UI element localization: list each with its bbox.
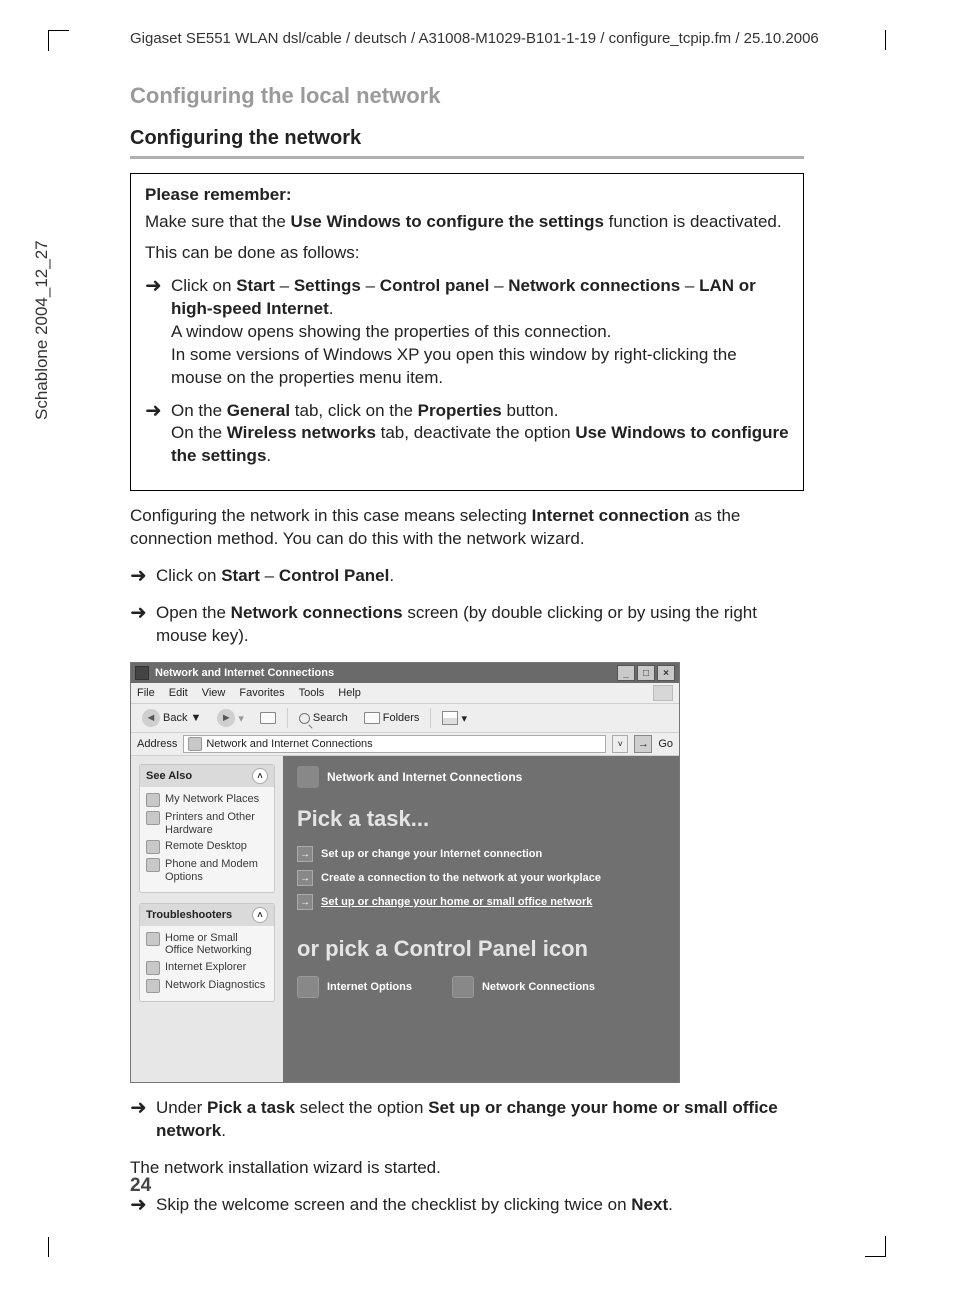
internet-options-icon	[297, 976, 319, 998]
arrow-icon: ➜	[130, 1097, 156, 1119]
arrow-icon: →	[297, 894, 313, 910]
pick-task-heading: Pick a task...	[297, 806, 665, 832]
collapse-icon[interactable]: ˄	[252, 768, 268, 784]
step: ➜ Skip the welcome screen and the checkl…	[130, 1194, 804, 1217]
menu-help[interactable]: Help	[338, 687, 361, 699]
close-button[interactable]: ×	[657, 665, 675, 681]
step: ➜ Click on Start – Control Panel.	[130, 565, 804, 588]
crop-mark	[865, 1236, 886, 1257]
phone-icon	[146, 858, 160, 872]
arrow-icon: ➜	[145, 275, 171, 297]
panel-title: See Also	[146, 770, 192, 782]
sidebar-link[interactable]: Network Diagnostics	[146, 977, 268, 995]
go-button[interactable]: →	[634, 735, 652, 753]
subsection-title: Configuring the network	[130, 127, 804, 150]
views-button[interactable]: ▾	[437, 709, 472, 727]
sidebar-link[interactable]: My Network Places	[146, 791, 268, 809]
toolbar: ◄Back ▼ ►▾ Search Folders ▾	[131, 704, 679, 733]
menu-tools[interactable]: Tools	[299, 687, 325, 699]
network-connections-icon	[452, 976, 474, 998]
address-dropdown[interactable]: ˅	[612, 735, 628, 753]
step: ➜ Under Pick a task select the option Se…	[130, 1097, 804, 1143]
arrow-icon: →	[297, 846, 313, 862]
address-field[interactable]: Network and Internet Connections	[183, 735, 606, 753]
remote-icon	[146, 840, 160, 854]
collapse-icon[interactable]: ˄	[252, 907, 268, 923]
places-icon	[146, 793, 160, 807]
task-link[interactable]: →Set up or change your home or small off…	[297, 894, 665, 910]
help-icon	[146, 979, 160, 993]
step: ➜ Open the Network connections screen (b…	[130, 602, 804, 648]
section-title: Configuring the local network	[130, 83, 804, 109]
sidebar-link[interactable]: Phone and Modem Options	[146, 856, 268, 885]
note-step: ➜ Click on Start – Settings – Control pa…	[145, 275, 789, 390]
content-header: Network and Internet Connections	[327, 770, 522, 784]
panel-title: Troubleshooters	[146, 909, 232, 921]
address-label: Address	[137, 738, 177, 750]
content-pane: Network and Internet Connections Pick a …	[283, 756, 679, 1082]
sidebar-panel-troubleshooters: Troubleshooters ˄ Home or Small Office Ne…	[139, 903, 275, 1002]
menu-edit[interactable]: Edit	[169, 687, 188, 699]
address-icon	[188, 737, 202, 751]
menu-file[interactable]: File	[137, 687, 155, 699]
forward-button[interactable]: ►▾	[212, 707, 249, 729]
menu-bar: File Edit View Favorites Tools Help	[131, 683, 679, 704]
pick-icon-heading: or pick a Control Panel icon	[297, 936, 665, 962]
window-title: Network and Internet Connections	[155, 667, 334, 679]
search-button[interactable]: Search	[294, 710, 353, 726]
task-link[interactable]: →Set up or change your Internet connecti…	[297, 846, 665, 862]
note-step: ➜ On the General tab, click on the Prope…	[145, 400, 789, 469]
windows-logo-icon	[653, 685, 673, 701]
folder-icon	[364, 712, 380, 724]
back-button[interactable]: ◄Back ▼	[137, 707, 206, 729]
cp-icon-network-connections[interactable]: Network Connections	[452, 976, 595, 998]
crop-mark	[48, 1237, 49, 1257]
note-text: Make sure that the Use Windows to config…	[145, 211, 789, 234]
go-label: Go	[658, 738, 673, 750]
sidebar-link[interactable]: Printers and Other Hardware	[146, 809, 268, 838]
window-titlebar[interactable]: Network and Internet Connections _ □ ×	[131, 663, 679, 683]
maximize-button[interactable]: □	[637, 665, 655, 681]
page-number: 24	[130, 1175, 151, 1197]
window-icon	[135, 666, 149, 680]
paragraph: Configuring the network in this case mea…	[130, 505, 804, 551]
views-icon	[442, 711, 458, 725]
menu-favorites[interactable]: Favorites	[239, 687, 284, 699]
address-bar: Address Network and Internet Connections…	[131, 733, 679, 756]
cp-icon-internet-options[interactable]: Internet Options	[297, 976, 412, 998]
screenshot-window: Network and Internet Connections _ □ × F…	[130, 662, 680, 1083]
arrow-icon: ➜	[130, 1194, 156, 1216]
sidebar-link[interactable]: Internet Explorer	[146, 959, 268, 977]
document-header-path: Gigaset SE551 WLAN dsl/cable / deutsch /…	[130, 30, 884, 47]
help-icon	[146, 961, 160, 975]
task-link[interactable]: →Create a connection to the network at y…	[297, 870, 665, 886]
sidebar-link[interactable]: Home or Small Office Networking	[146, 930, 268, 959]
address-value: Network and Internet Connections	[206, 738, 372, 750]
note-text: This can be done as follows:	[145, 242, 789, 265]
printer-icon	[146, 811, 160, 825]
sidebar: See Also ˄ My Network Places Printers and…	[131, 756, 283, 1082]
crop-mark	[885, 30, 886, 50]
template-note-vertical: Schablone 2004_12_27	[32, 240, 52, 420]
arrow-icon: ➜	[145, 400, 171, 422]
sidebar-link[interactable]: Remote Desktop	[146, 838, 268, 856]
category-icon	[297, 766, 319, 788]
divider	[130, 156, 804, 159]
menu-view[interactable]: View	[202, 687, 226, 699]
arrow-icon: ➜	[130, 602, 156, 624]
paragraph: The network installation wizard is start…	[130, 1157, 804, 1180]
folders-button[interactable]: Folders	[359, 710, 425, 726]
up-button[interactable]	[255, 710, 281, 726]
arrow-icon: →	[297, 870, 313, 886]
arrow-icon: ➜	[130, 565, 156, 587]
note-title: Please remember:	[145, 184, 789, 207]
help-icon	[146, 932, 160, 946]
minimize-button[interactable]: _	[617, 665, 635, 681]
folder-up-icon	[260, 712, 276, 724]
sidebar-panel-see-also: See Also ˄ My Network Places Printers and…	[139, 764, 275, 893]
note-box: Please remember: Make sure that the Use …	[130, 173, 804, 491]
search-icon	[299, 713, 310, 724]
crop-mark	[48, 30, 69, 51]
